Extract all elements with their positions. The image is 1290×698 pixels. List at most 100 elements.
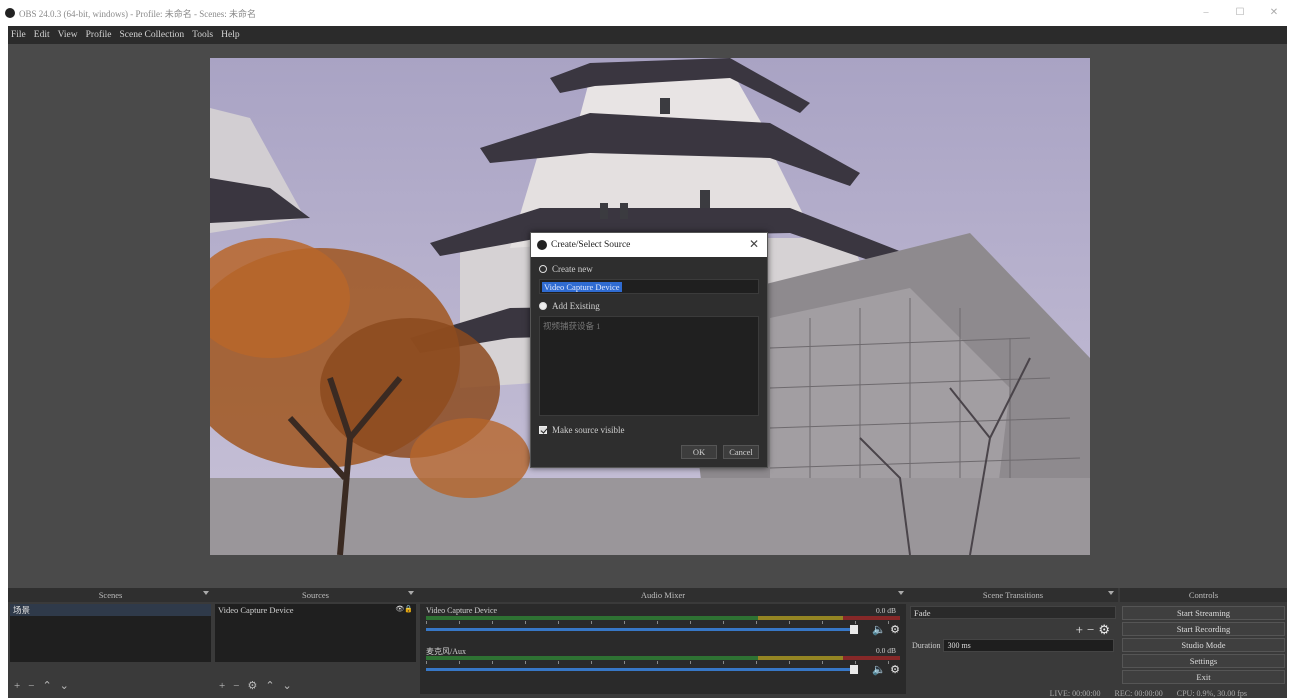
move-up-icon[interactable]: ⌃ (42, 679, 51, 692)
make-visible-checkbox[interactable] (539, 426, 547, 434)
sources-list[interactable]: Video Capture Device 👁🔒 (215, 604, 416, 662)
maximize-button[interactable]: ☐ (1234, 7, 1246, 18)
transition-select[interactable]: Fade (910, 606, 1116, 619)
transition-tools: + − ⚙ (1076, 622, 1110, 638)
visibility-lock-icons[interactable]: 👁🔒 (395, 605, 413, 613)
existing-sources-list[interactable]: 视频捕获设备 1 (539, 316, 759, 416)
mixer-track: 麦克风/Aux 0.0 dB 🔈 ⚙ (426, 646, 900, 682)
create-new-label: Create new (552, 264, 593, 274)
speaker-icon[interactable]: 🔈 (872, 623, 886, 636)
start-recording-button[interactable]: Start Recording (1122, 622, 1285, 636)
duration-input[interactable]: 300 ms (943, 639, 1114, 652)
controls-header: Controls (1120, 588, 1287, 602)
add-existing-label: Add Existing (552, 301, 600, 311)
volume-slider[interactable] (426, 628, 850, 631)
remove-transition-icon[interactable]: − (1087, 622, 1094, 638)
volume-slider[interactable] (426, 668, 850, 671)
controls-title: Controls (1188, 590, 1219, 600)
source-name-value: Video Capture Device (542, 281, 622, 292)
scenes-dock-title: Scenes (98, 590, 123, 600)
audio-mixer-dock: Audio Mixer Video Capture Device 0.0 dB … (418, 588, 908, 698)
transitions-title: Scene Transitions (982, 590, 1044, 600)
window-title-bar: OBS 24.0.3 (64-bit, windows) - Profile: … (0, 0, 1290, 26)
make-visible-option[interactable]: Make source visible (531, 422, 767, 438)
add-existing-radio[interactable] (539, 302, 547, 310)
menu-view[interactable]: View (58, 30, 78, 40)
cancel-button[interactable]: Cancel (723, 445, 759, 459)
source-item-label: Video Capture Device (218, 605, 294, 615)
move-up-icon[interactable]: ⌃ (265, 679, 274, 692)
exit-button[interactable]: Exit (1122, 670, 1285, 684)
create-new-option[interactable]: Create new (531, 261, 767, 277)
move-down-icon[interactable]: ⌄ (60, 679, 69, 692)
menu-scene-collection[interactable]: Scene Collection (120, 30, 185, 40)
dialog-title: Create/Select Source (551, 240, 631, 250)
remove-source-icon[interactable]: − (233, 680, 239, 692)
scene-item[interactable]: 场景 (10, 604, 211, 616)
add-source-icon[interactable]: + (219, 680, 225, 692)
start-streaming-button[interactable]: Start Streaming (1122, 606, 1285, 620)
duration-row: Duration 300 ms (912, 639, 1114, 652)
dock-menu-arrow-icon[interactable] (203, 591, 209, 595)
menu-edit[interactable]: Edit (34, 30, 50, 40)
scenes-list[interactable]: 场景 (10, 604, 211, 662)
obs-logo-icon (537, 240, 547, 250)
gear-icon[interactable]: ⚙ (890, 663, 900, 676)
mixer-panel: Video Capture Device 0.0 dB 🔈 ⚙ 麦克风/Aux … (420, 604, 906, 694)
source-item[interactable]: Video Capture Device 👁🔒 (215, 604, 416, 616)
scenes-dock-header: Scenes (8, 588, 213, 602)
dock-menu-arrow-icon[interactable] (898, 591, 904, 595)
scenes-dock: Scenes 场景 + − ⌃ ⌄ (8, 588, 213, 698)
studio-mode-button[interactable]: Studio Mode (1122, 638, 1285, 652)
track-name: Video Capture Device (426, 606, 498, 615)
add-scene-icon[interactable]: + (14, 680, 20, 692)
track-controls: 🔈 ⚙ (872, 623, 900, 636)
create-select-source-dialog: Create/Select Source ✕ Create new Video … (530, 232, 768, 468)
speaker-icon[interactable]: 🔈 (872, 663, 886, 676)
status-bar: LIVE: 00:00:00 REC: 00:00:00 CPU: 0.9%, … (1050, 689, 1247, 698)
add-existing-option[interactable]: Add Existing (531, 298, 767, 314)
source-name-input[interactable]: Video Capture Device (539, 279, 759, 294)
volume-meter (426, 616, 900, 620)
menu-file[interactable]: File (11, 30, 26, 40)
transitions-header: Scene Transitions (908, 588, 1118, 602)
gear-icon[interactable]: ⚙ (890, 623, 900, 636)
menu-help[interactable]: Help (221, 30, 239, 40)
dock-area: Scenes 场景 + − ⌃ ⌄ Sources Video Capture … (8, 588, 1287, 698)
remove-scene-icon[interactable]: − (28, 680, 34, 692)
audio-mixer-title: Audio Mixer (640, 590, 686, 600)
settings-button[interactable]: Settings (1122, 654, 1285, 668)
volume-meter (426, 656, 900, 660)
live-status: LIVE: 00:00:00 (1049, 689, 1101, 698)
rec-status: REC: 00:00:00 (1114, 689, 1163, 698)
meter-ticks (426, 661, 900, 664)
ok-button[interactable]: OK (681, 445, 717, 459)
window-title: OBS 24.0.3 (64-bit, windows) - Profile: … (19, 8, 256, 19)
duration-value: 300 ms (947, 641, 971, 650)
create-new-radio[interactable] (539, 265, 547, 273)
dock-menu-arrow-icon[interactable] (408, 591, 414, 595)
move-down-icon[interactable]: ⌄ (283, 679, 292, 692)
menu-tools[interactable]: Tools (192, 30, 213, 40)
audio-mixer-header: Audio Mixer (418, 588, 908, 602)
close-window-button[interactable]: ✕ (1268, 7, 1280, 18)
sources-dock-title: Sources (302, 590, 329, 600)
dialog-close-icon[interactable]: ✕ (749, 237, 759, 252)
menu-profile[interactable]: Profile (86, 30, 112, 40)
sources-dock-header: Sources (213, 588, 418, 602)
volume-slider-handle[interactable] (850, 625, 858, 634)
preview-area[interactable]: Create/Select Source ✕ Create new Video … (8, 44, 1287, 588)
dock-menu-arrow-icon[interactable] (1108, 591, 1114, 595)
cpu-status: CPU: 0.9%, 30.00 fps (1176, 689, 1247, 698)
scene-transitions-dock: Scene Transitions Fade + − ⚙ Duration 30… (908, 588, 1118, 698)
meter-ticks (426, 621, 900, 624)
existing-source-item[interactable]: 视频捕获设备 1 (543, 320, 755, 332)
minimize-button[interactable]: – (1200, 7, 1212, 18)
transition-gear-icon[interactable]: ⚙ (1098, 622, 1110, 638)
app-frame: File Edit View Profile Scene Collection … (8, 26, 1287, 698)
source-properties-gear-icon[interactable]: ⚙ (247, 679, 257, 692)
volume-slider-handle[interactable] (850, 665, 858, 674)
scenes-toolbar: + − ⌃ ⌄ (14, 679, 69, 693)
add-transition-icon[interactable]: + (1076, 622, 1083, 638)
track-db: 0.0 dB (875, 646, 896, 655)
